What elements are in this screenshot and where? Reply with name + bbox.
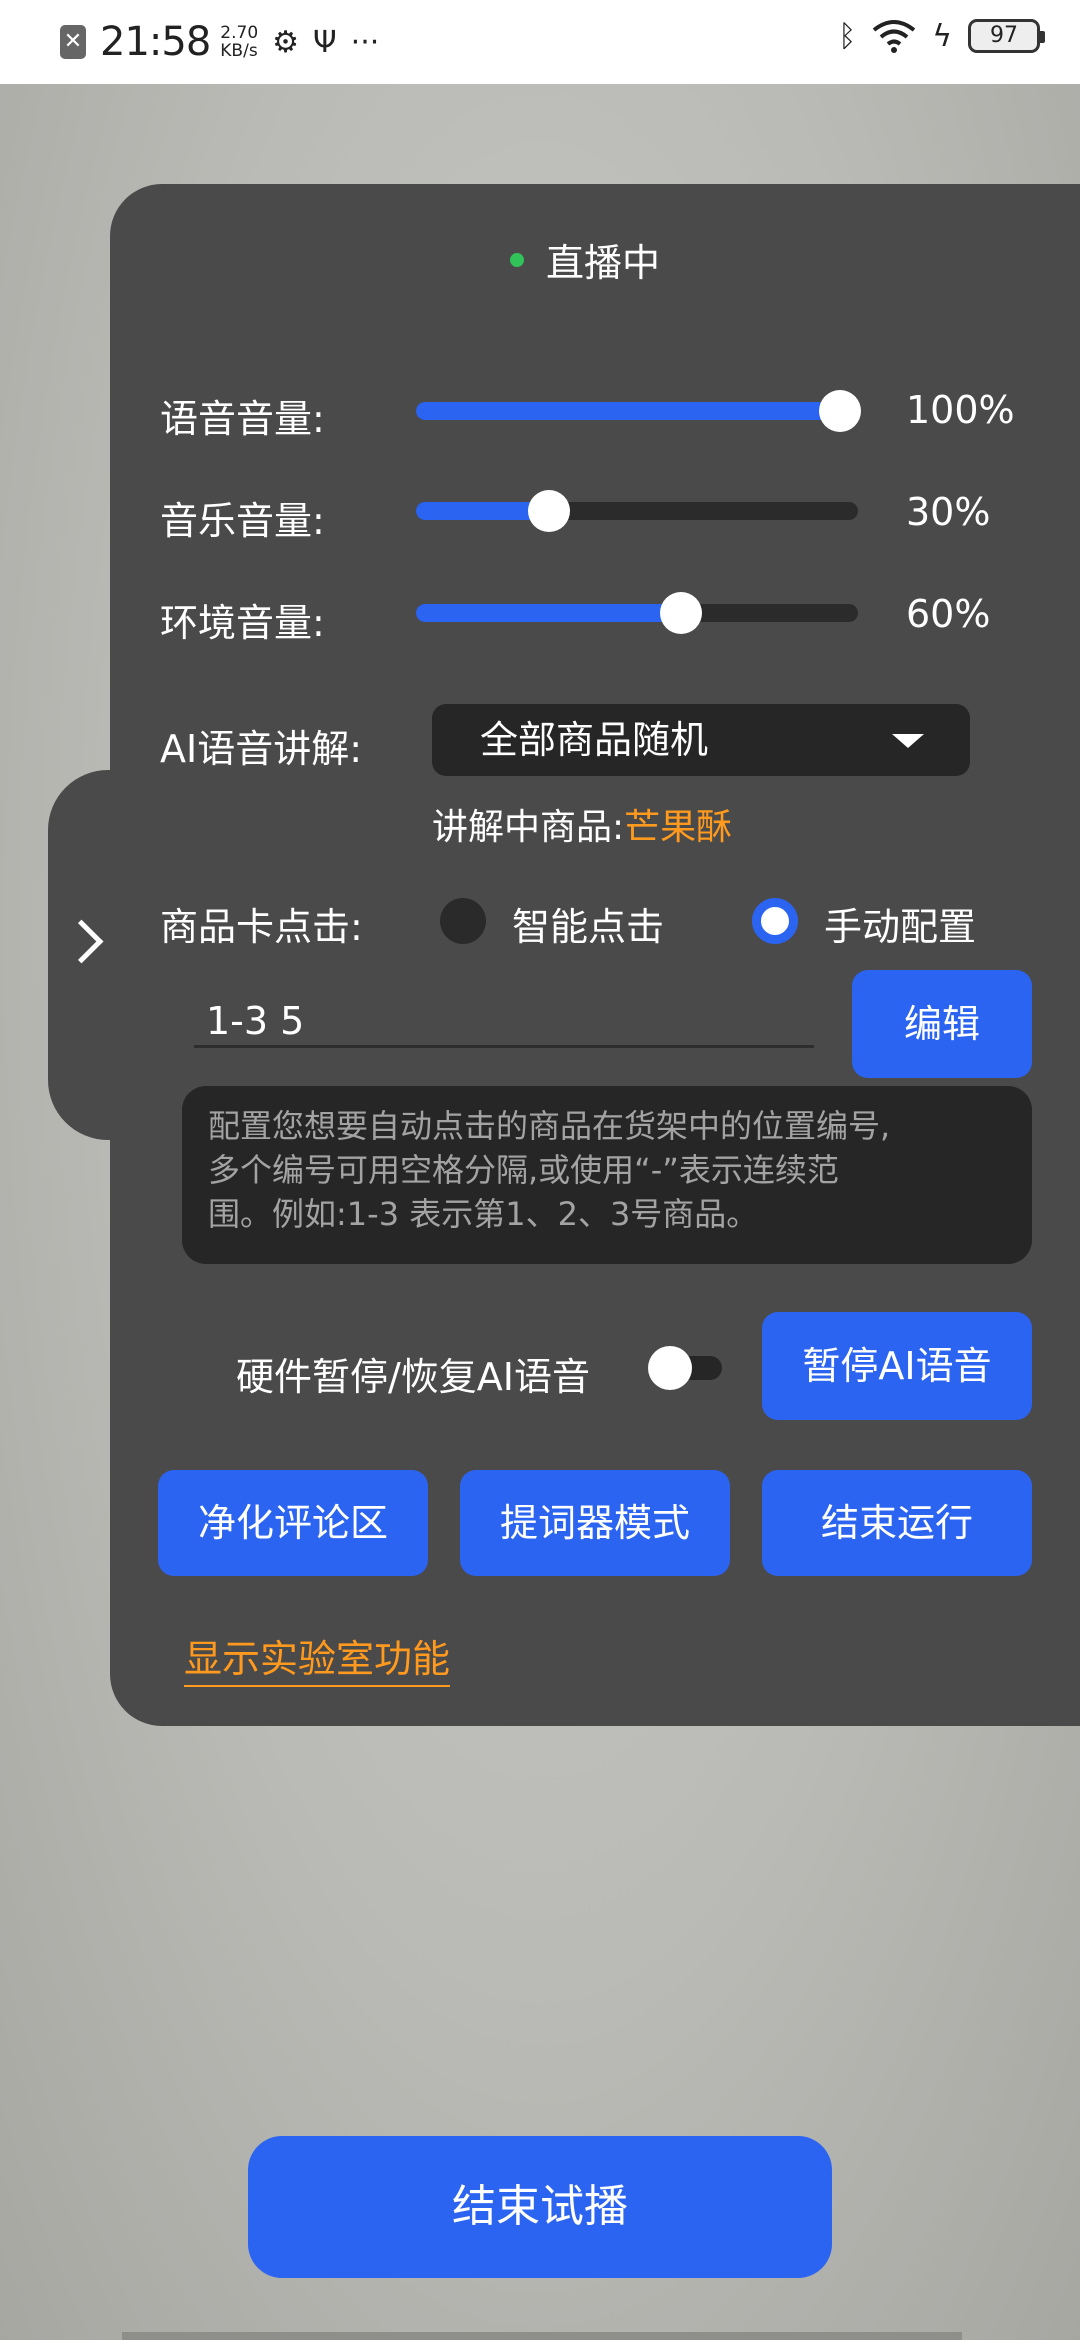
bluetooth-icon: ᛒ xyxy=(838,18,857,54)
music-volume-value: 30% xyxy=(906,490,991,534)
end-run-button[interactable]: 结束运行 xyxy=(762,1470,1032,1576)
voice-volume-label: 语音音量: xyxy=(160,397,325,441)
current-product-label: 讲解中商品: xyxy=(432,807,625,848)
more-dots-icon: ··· xyxy=(350,24,380,60)
ai-explain-label: AI语音讲解: xyxy=(160,727,363,771)
current-product-value: 芒果酥 xyxy=(624,807,733,848)
live-dot-icon xyxy=(510,252,524,267)
chevron-down-icon xyxy=(892,734,924,748)
clean-comments-button[interactable]: 净化评论区 xyxy=(158,1470,428,1576)
edit-button[interactable]: 编辑 xyxy=(852,970,1032,1078)
radio-manual-config[interactable] xyxy=(752,898,798,944)
current-product: 讲解中商品:芒果酥 xyxy=(432,798,732,850)
slider-knob[interactable] xyxy=(527,490,570,532)
prompter-mode-button[interactable]: 提词器模式 xyxy=(460,1470,730,1576)
ai-explain-selected: 全部商品随机 xyxy=(480,718,709,762)
battery-level: 97 xyxy=(990,23,1018,48)
show-lab-features-link[interactable]: 显示实验室功能 xyxy=(184,1628,451,1687)
voice-volume-value: 100% xyxy=(906,388,1015,432)
toggle-knob[interactable] xyxy=(648,1346,692,1390)
bottom-strip xyxy=(122,2332,962,2340)
ai-explain-select[interactable]: 全部商品随机 xyxy=(432,704,970,776)
end-trial-button[interactable]: 结束试播 xyxy=(248,2136,832,2278)
radio-manual-config-label[interactable]: 手动配置 xyxy=(824,896,976,951)
radio-smart-click[interactable] xyxy=(440,898,486,944)
pause-ai-voice-button[interactable]: 暂停AI语音 xyxy=(762,1312,1032,1420)
card-click-label: 商品卡点击: xyxy=(160,905,363,949)
usb-icon: Ψ xyxy=(313,24,337,60)
positions-hint: 配置您想要自动点击的商品在货架中的位置编号, 多个编号可用空格分隔,或使用“-”… xyxy=(182,1086,1032,1264)
usb-debug-icon: ⚙ xyxy=(272,24,300,60)
positions-input[interactable]: 1-3 5 xyxy=(194,992,814,1048)
hardware-pause-label: 硬件暂停/恢复AI语音 xyxy=(236,1355,591,1399)
live-status: 直播中 xyxy=(510,232,660,287)
ambient-volume-label: 环境音量: xyxy=(160,601,325,645)
voice-volume-slider[interactable] xyxy=(416,390,862,432)
music-volume-label: 音乐音量: xyxy=(160,499,325,543)
close-notification-icon: ✕ xyxy=(60,25,86,59)
charging-icon: ϟ xyxy=(932,18,952,54)
live-status-label: 直播中 xyxy=(546,241,661,285)
clock: 21:58 xyxy=(100,19,211,65)
network-speed: 2.70 KB/s xyxy=(220,23,259,61)
wifi-icon xyxy=(872,20,916,53)
slider-fill xyxy=(416,604,682,622)
music-volume-slider[interactable] xyxy=(416,490,858,532)
slider-fill xyxy=(416,402,858,420)
ambient-volume-value: 60% xyxy=(906,592,991,636)
status-bar: ✕ 21:58 2.70 KB/s ⚙ Ψ ··· ᛒ ϟ 97 xyxy=(0,0,1080,84)
slider-knob[interactable] xyxy=(819,390,862,432)
slider-knob[interactable] xyxy=(660,592,703,634)
ambient-volume-slider[interactable] xyxy=(416,592,858,634)
battery-icon: 97 xyxy=(968,19,1045,53)
radio-smart-click-label[interactable]: 智能点击 xyxy=(512,896,664,951)
